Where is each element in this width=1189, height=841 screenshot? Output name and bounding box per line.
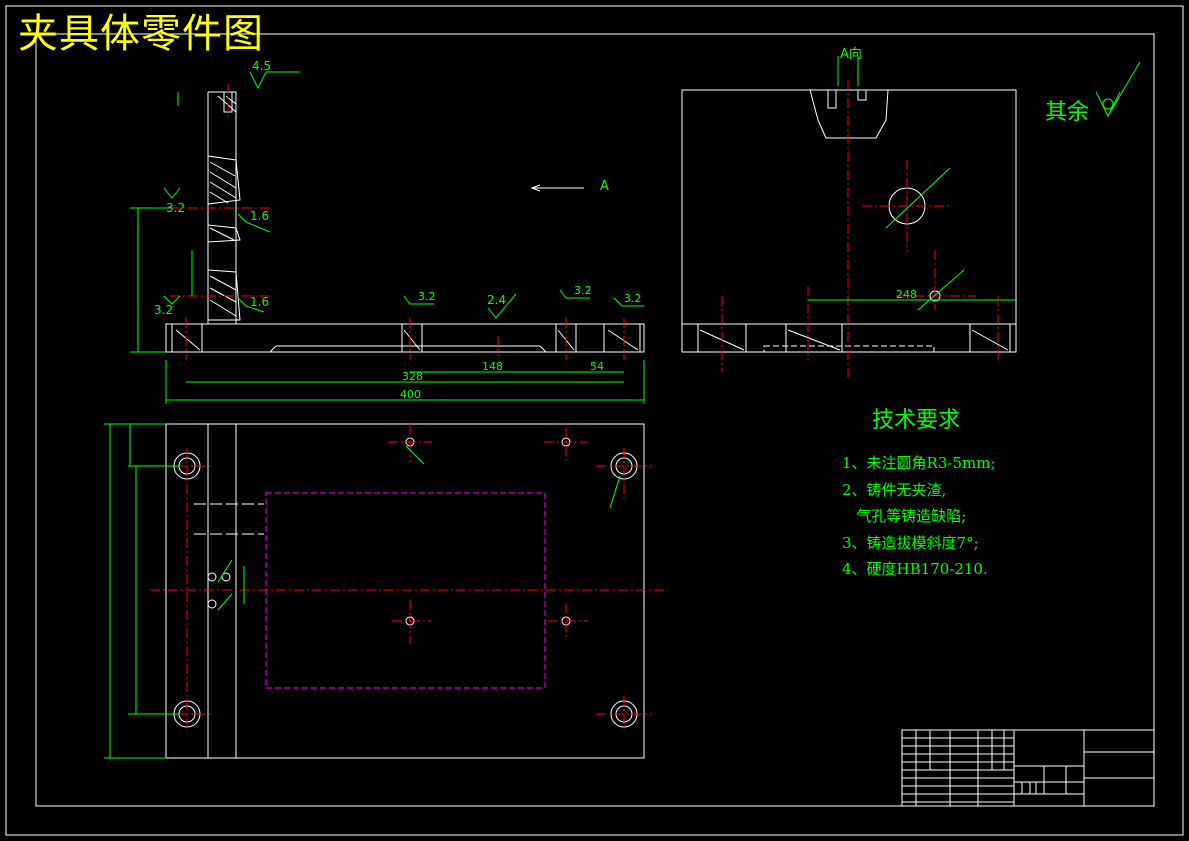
drawing-sheet: 400 328 148 54 4.5 3.2 1.6 3.2 1.6 2.4 3… [5, 5, 1184, 836]
requirement-item: 1、未注圆角R3-5mm; [842, 454, 996, 472]
roughness-hole-1: 3.2 [418, 290, 436, 303]
roughness-top: 4.5 [252, 59, 271, 73]
technical-requirements-list: 1、未注圆角R3-5mm; 2、铸件无夹渣, 气孔等铸造缺陷; 3、铸造拔模斜度… [842, 452, 996, 585]
top-centerlines [150, 424, 668, 732]
front-dim-text: 400 328 148 54 4.5 3.2 1.6 3.2 1.6 2.4 3… [154, 59, 642, 401]
roughness-upper-right: 1.6 [250, 209, 269, 223]
requirement-item: 4、硬度HB170-210. [842, 560, 988, 578]
side-view [681, 89, 1017, 353]
technical-requirements-title: 技术要求 [872, 408, 961, 433]
roughness-middle: 2.4 [487, 293, 506, 307]
requirement-item: 气孔等铸造缺陷; [842, 507, 967, 525]
requirement-item: 2、铸件无夹渣, [842, 480, 947, 499]
drawing-title: 夹具体零件图 [18, 11, 264, 57]
arrow-label-a: A [600, 179, 609, 194]
side-centerlines [721, 80, 999, 380]
front-centerlines [170, 84, 625, 360]
dim-400: 400 [400, 388, 421, 401]
dim-248: 248 [896, 288, 917, 301]
roughness-hole-3: 3.2 [624, 292, 642, 305]
top-view [165, 423, 645, 759]
front-dimensions [130, 71, 645, 404]
rest-roughness-label: 其余 [1045, 100, 1090, 125]
dim-328: 328 [402, 370, 423, 383]
roughness-hole-2: 3.2 [574, 284, 592, 297]
dim-54: 54 [590, 360, 604, 373]
dim-148: 148 [482, 360, 503, 373]
view-label-a: A向 [840, 46, 862, 62]
roughness-lower-left: 3.2 [154, 303, 173, 317]
side-dim-text: 248 A向 [840, 46, 917, 301]
mounting-holes [173, 437, 638, 728]
front-view [165, 91, 645, 353]
roughness-upper-left: 3.2 [166, 201, 185, 215]
inner-border [35, 33, 1155, 807]
roughness-lower-right: 1.6 [250, 295, 269, 309]
title-block [901, 729, 1155, 807]
outer-border [5, 5, 1184, 836]
base-holes [171, 323, 641, 353]
requirement-item: 3、铸造拔模斜度7°; [842, 533, 979, 552]
